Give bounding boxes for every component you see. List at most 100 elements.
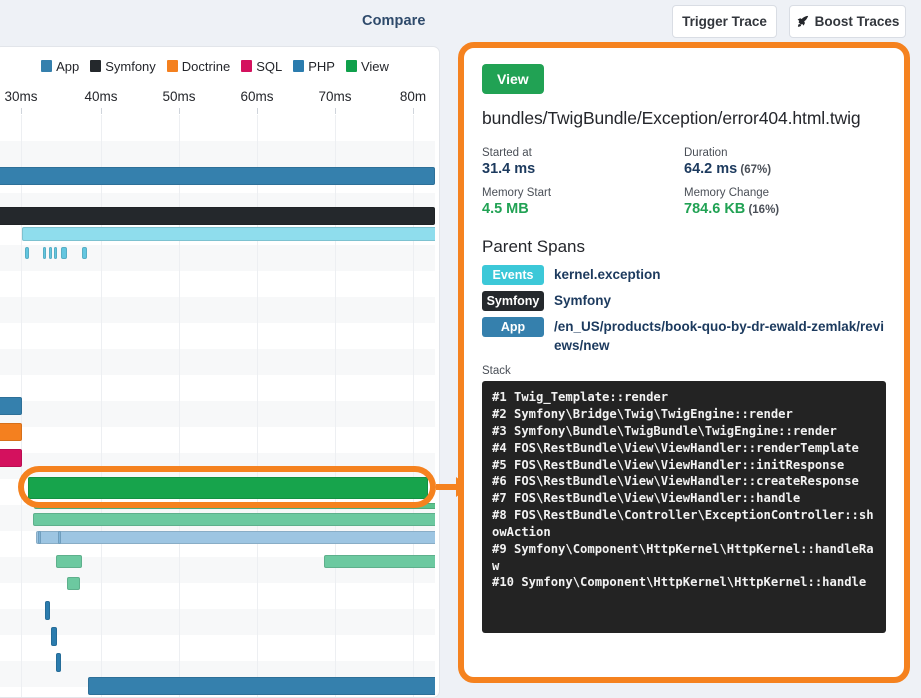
gantt-bar-view-child-1[interactable] <box>34 503 435 509</box>
gantt-bar-doctrine-short-span[interactable] <box>0 423 22 441</box>
legend-label: SQL <box>256 58 283 74</box>
gantt-bar-view-selected-span[interactable] <box>28 477 428 499</box>
axis-tick-label: 50ms <box>162 89 196 104</box>
axis-tick-mark <box>413 108 414 114</box>
timeline-axis: 30ms 40ms 50ms 60ms 70ms 80m <box>0 89 435 114</box>
gantt-bar-php-child-tick-1[interactable] <box>38 531 41 544</box>
stat-value: 784.6 KB (16%) <box>684 201 780 217</box>
legend-item-php[interactable]: PHP <box>293 59 335 74</box>
gantt-chart[interactable] <box>0 115 435 697</box>
gantt-bar-app-root-span[interactable] <box>0 167 435 185</box>
gantt-bar-php-child-wide[interactable] <box>36 531 435 544</box>
compare-link[interactable]: Compare <box>362 13 426 29</box>
axis-tick-label: 30ms <box>4 89 38 104</box>
legend-swatch-icon <box>90 60 102 72</box>
legend-item-app[interactable]: App <box>41 59 79 74</box>
gantt-bar-php-narrow-1[interactable] <box>45 601 50 620</box>
trigger-trace-label: Trigger Trace <box>682 14 767 29</box>
legend-label: Doctrine <box>181 58 231 74</box>
gantt-bar-php-narrow-2[interactable] <box>51 627 57 646</box>
parent-span-name: /en_US/products/book-quo-by-dr-ewald-zem… <box>554 319 885 353</box>
gantt-bar-view-small-1[interactable] <box>56 555 82 568</box>
stack-trace-line: #8 FOS\RestBundle\Controller\ExceptionCo… <box>492 508 874 539</box>
legend-swatch-icon <box>41 60 53 72</box>
stack-trace-line: #10 Symfony\Component\HttpKernel\HttpKer… <box>492 575 867 590</box>
axis-tick-label: 40ms <box>84 89 118 104</box>
legend-swatch-icon <box>166 60 178 72</box>
parent-span-row[interactable]: App/en_US/products/book-quo-by-dr-ewald-… <box>482 317 886 355</box>
legend-item-sql[interactable]: SQL <box>241 59 282 74</box>
stack-trace-line: #1 Twig_Template::render <box>492 390 669 405</box>
gantt-row-stripe <box>0 349 435 375</box>
stack-trace-line: #9 Symfony\Component\HttpKernel\HttpKern… <box>492 541 874 573</box>
gantt-bar-php-tick-3[interactable] <box>49 247 52 259</box>
stack-trace-box[interactable]: #1 Twig_Template::render#2 Symfony\Bridg… <box>482 381 886 634</box>
axis-tick-label: 60ms <box>240 89 274 104</box>
stack-trace-line: #6 FOS\RestBundle\View\ViewHandler::crea… <box>492 474 859 489</box>
gantt-gridline <box>101 115 102 697</box>
boost-traces-label: Boost Traces <box>814 14 900 29</box>
legend-item-symfony[interactable]: Symfony <box>90 59 156 74</box>
gantt-bar-php-span-wide[interactable] <box>22 227 435 241</box>
gantt-bar-php-tick-4[interactable] <box>54 247 57 259</box>
legend-label: Symfony <box>105 58 156 74</box>
gantt-gridline <box>413 115 414 697</box>
gantt-bar-php-tick-1[interactable] <box>25 247 29 259</box>
legend-swatch-icon <box>345 60 357 72</box>
trace-timeline-screen: Compare Trigger Trace Boost Traces App Sy… <box>0 0 921 698</box>
stat-label: Started at <box>482 147 532 159</box>
trigger-trace-button[interactable]: Trigger Trace <box>672 5 777 38</box>
stat-label: Duration <box>684 147 728 159</box>
gantt-gridline <box>335 115 336 697</box>
gantt-bar-view-child-2[interactable] <box>33 513 435 526</box>
parent-span-tag: Events <box>482 265 544 285</box>
timeline-card: App Symfony Doctrine SQL PHP View 30ms 40ms 50m… <box>0 46 440 698</box>
parent-span-row[interactable]: Symfony Symfony <box>482 291 886 311</box>
gantt-gridline <box>179 115 180 697</box>
boost-traces-button[interactable]: Boost Traces <box>789 5 906 38</box>
gantt-bar-symfony-span[interactable] <box>0 207 435 225</box>
parent-span-tag: Symfony <box>482 291 544 311</box>
stack-trace-line: #3 Symfony\Bundle\TwigBundle\TwigEngine:… <box>492 423 837 438</box>
gantt-row-stripe <box>0 401 435 427</box>
parent-span-row[interactable]: Events kernel.exception <box>482 265 886 285</box>
gantt-bar-php-child-tick-2[interactable] <box>58 531 61 544</box>
stat-label: Memory Start <box>482 187 552 199</box>
axis-tick-mark <box>101 108 102 114</box>
gantt-bar-app-span-lower[interactable] <box>88 677 435 695</box>
legend-swatch-icon <box>293 60 305 72</box>
gantt-bar-app-short-span[interactable] <box>0 397 22 415</box>
timeline-legend: App Symfony Doctrine SQL PHP View <box>0 55 435 77</box>
axis-tick-mark <box>335 108 336 114</box>
parent-spans-heading: Parent Spans <box>482 237 586 256</box>
stat-label: Memory Change <box>684 187 770 199</box>
gantt-row-stripe <box>0 141 435 167</box>
gantt-bar-php-tick-6[interactable] <box>82 247 87 259</box>
axis-tick-mark <box>179 108 180 114</box>
span-stats: Started at 31.4 ms Memory Start 4.5 MB Dura… <box>482 147 886 227</box>
axis-tick-label: 80m <box>399 89 427 104</box>
stack-label: Stack <box>482 365 511 378</box>
legend-item-view[interactable]: View <box>345 58 389 74</box>
stat-value: 64.2 ms (67%) <box>684 161 772 177</box>
stat-value: 31.4 ms <box>482 161 536 177</box>
top-toolbar: Compare Trigger Trace Boost Traces <box>0 0 921 46</box>
legend-label: PHP <box>308 58 335 74</box>
gantt-bar-sql-short-span[interactable] <box>0 449 22 467</box>
gantt-bar-php-tick-5[interactable] <box>61 247 67 259</box>
gantt-bar-php-narrow-3[interactable] <box>56 653 61 672</box>
legend-item-doctrine[interactable]: Doctrine <box>166 58 231 74</box>
stack-trace-line: #2 Symfony\Bridge\Twig\TwigEngine::rende… <box>492 407 793 422</box>
parent-spans-list: Events kernel.exception Symfony Symfony App /… <box>482 265 886 355</box>
stat-value: 4.5 MB <box>482 201 529 217</box>
parent-span-name: kernel.exception <box>554 267 661 282</box>
stack-trace-line: #7 FOS\RestBundle\View\ViewHandler::hand… <box>492 491 801 506</box>
stack-trace-line: #4 FOS\RestBundle\View\ViewHandler::rend… <box>492 440 859 455</box>
gantt-gridline <box>257 115 258 697</box>
gantt-bar-view-small-2[interactable] <box>67 577 80 590</box>
gantt-bar-view-small-far[interactable] <box>324 555 435 568</box>
view-button[interactable]: View <box>482 64 544 94</box>
legend-label: View <box>360 58 389 74</box>
gantt-bar-php-tick-2[interactable] <box>43 247 46 259</box>
legend-label: App <box>56 58 80 74</box>
